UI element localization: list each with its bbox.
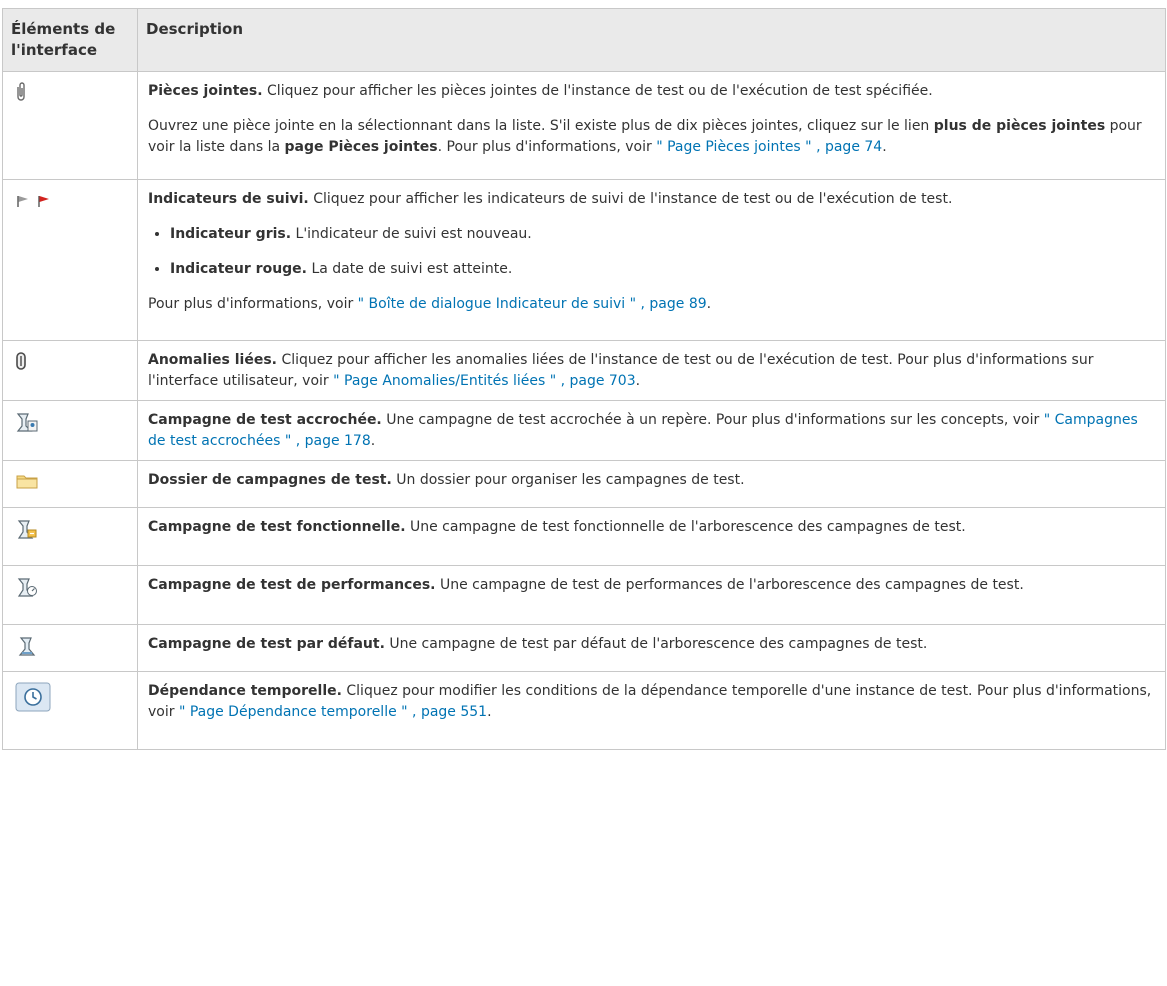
description-cell: Campagne de test accrochée. Une campagne…: [137, 400, 1166, 461]
list-item: Indicateur rouge. La date de suivi est a…: [170, 259, 1155, 280]
ui-elements-table: Éléments de l'interface Description Pièc…: [2, 8, 1166, 750]
description-cell: Indicateurs de suivi. Cliquez pour affic…: [137, 179, 1166, 341]
item-title: Dossier de campagnes de test.: [148, 472, 392, 488]
item-title: Campagne de test par défaut.: [148, 636, 385, 652]
table-row: Anomalies liées. Cliquez pour afficher l…: [2, 340, 1166, 401]
follow-up-flags-icon: [15, 190, 55, 210]
performance-test-set-icon: [15, 576, 39, 598]
item-title: Campagne de test de performances.: [148, 577, 436, 593]
inline-term: page Pièces jointes: [284, 139, 438, 155]
description-cell: Dossier de campagnes de test. Un dossier…: [137, 460, 1166, 508]
item-text: .: [635, 373, 641, 389]
item-text: Ouvrez une pièce jointe en la sélectionn…: [148, 118, 934, 134]
item-title: Campagne de test accrochée.: [148, 412, 382, 428]
item-text: Une campagne de test de performances de …: [435, 577, 1024, 593]
item-title: Anomalies liées.: [148, 352, 277, 368]
functional-test-set-icon: [15, 518, 39, 540]
pinned-test-set-icon: [15, 411, 39, 433]
icon-cell: [2, 565, 138, 625]
time-dependency-page-link[interactable]: " Page Dépendance temporelle " , page 55…: [179, 704, 487, 720]
icon-cell: [2, 460, 138, 508]
linked-defects-icon: [15, 351, 27, 371]
default-test-set-icon: [15, 635, 39, 657]
description-cell: Anomalies liées. Cliquez pour afficher l…: [137, 340, 1166, 401]
icon-cell: [2, 507, 138, 566]
item-text: Une campagne de test fonctionnelle de l'…: [405, 519, 966, 535]
table-row: Indicateurs de suivi. Cliquez pour affic…: [2, 179, 1166, 341]
description-cell: Campagne de test par défaut. Une campagn…: [137, 624, 1166, 672]
item-text: Cliquez pour afficher les pièces jointes…: [262, 83, 933, 99]
description-cell: Campagne de test de performances. Une ca…: [137, 565, 1166, 625]
icon-cell: [2, 671, 138, 750]
table-row: Campagne de test par défaut. Une campagn…: [2, 624, 1166, 672]
item-title: Indicateurs de suivi.: [148, 191, 309, 207]
table-row: Dossier de campagnes de test. Un dossier…: [2, 460, 1166, 508]
description-cell: Campagne de test fonctionnelle. Une camp…: [137, 507, 1166, 566]
icon-cell: [2, 400, 138, 461]
description-cell: Dépendance temporelle. Cliquez pour modi…: [137, 671, 1166, 750]
table-row: Campagne de test fonctionnelle. Une camp…: [2, 507, 1166, 566]
item-text: Une campagne de test accrochée à un repè…: [381, 412, 1044, 428]
bullet-text: La date de suivi est atteinte.: [307, 261, 513, 277]
attachments-page-link[interactable]: " Page Pièces jointes " , page 74: [656, 139, 882, 155]
column-header-ui-elements: Éléments de l'interface: [2, 8, 138, 72]
follow-up-flag-dialog-link[interactable]: " Boîte de dialogue Indicateur de suivi …: [358, 296, 707, 312]
icon-cell: [2, 179, 138, 341]
table-row: Dépendance temporelle. Cliquez pour modi…: [2, 671, 1166, 750]
bullet-term: Indicateur gris.: [170, 226, 292, 242]
item-title: Pièces jointes.: [148, 83, 263, 99]
description-cell: Pièces jointes. Cliquez pour afficher le…: [137, 71, 1166, 180]
item-text: .: [487, 704, 492, 720]
flag-bullet-list: Indicateur gris. L'indicateur de suivi e…: [148, 224, 1155, 280]
table-header-row: Éléments de l'interface Description: [2, 8, 1166, 72]
attachment-icon: [15, 82, 27, 102]
item-title: Campagne de test fonctionnelle.: [148, 519, 406, 535]
item-text: Cliquez pour afficher les indicateurs de…: [308, 191, 953, 207]
icon-cell: [2, 624, 138, 672]
item-text: Pour plus d'informations, voir: [148, 296, 358, 312]
item-text: .: [370, 433, 376, 449]
test-set-folder-icon: [15, 471, 39, 491]
item-text: . Pour plus d'informations, voir: [437, 139, 657, 155]
item-text: .: [882, 139, 887, 155]
inline-term: plus de pièces jointes: [933, 118, 1106, 134]
column-header-description: Description: [137, 8, 1166, 72]
item-text: .: [706, 296, 712, 312]
linked-entities-page-link[interactable]: " Page Anomalies/Entités liées " , page …: [333, 373, 636, 389]
time-dependency-icon[interactable]: [15, 682, 51, 712]
bullet-text: L'indicateur de suivi est nouveau.: [291, 226, 532, 242]
item-text: Un dossier pour organiser les campagnes …: [391, 472, 745, 488]
table-row: Campagne de test de performances. Une ca…: [2, 565, 1166, 625]
item-text: Une campagne de test par défaut de l'arb…: [384, 636, 928, 652]
icon-cell: [2, 71, 138, 180]
icon-cell: [2, 340, 138, 401]
item-title: Dépendance temporelle.: [148, 683, 342, 699]
table-row: Campagne de test accrochée. Une campagne…: [2, 400, 1166, 461]
bullet-term: Indicateur rouge.: [170, 261, 307, 277]
table-row: Pièces jointes. Cliquez pour afficher le…: [2, 71, 1166, 180]
list-item: Indicateur gris. L'indicateur de suivi e…: [170, 224, 1155, 245]
